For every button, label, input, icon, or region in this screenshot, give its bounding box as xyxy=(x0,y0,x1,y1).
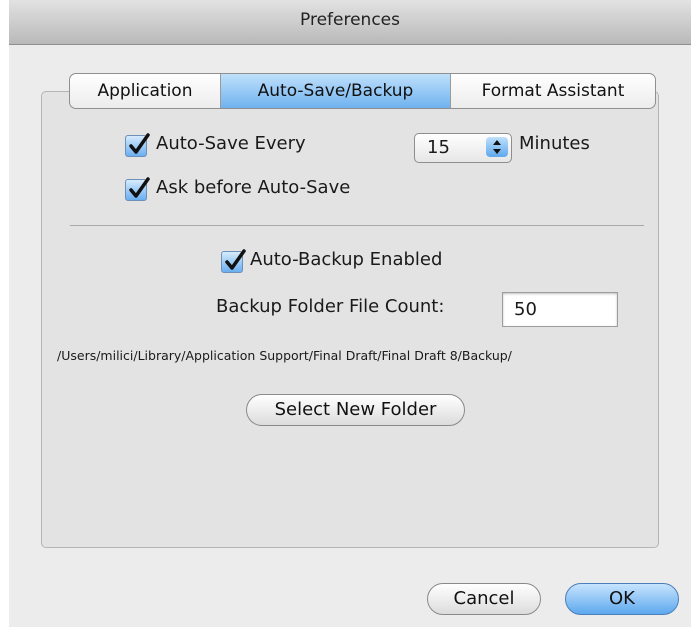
tab-format-assistant[interactable]: Format Assistant xyxy=(451,74,655,108)
auto-backup-checkbox[interactable] xyxy=(221,249,246,273)
ask-before-auto-save-checkbox[interactable] xyxy=(125,177,150,201)
checkmark-icon xyxy=(129,177,150,198)
section-divider xyxy=(70,225,644,226)
tab-auto-save-backup[interactable]: Auto-Save/Backup xyxy=(221,74,451,108)
cancel-button[interactable]: Cancel xyxy=(427,583,541,615)
preferences-window: Preferences Application Auto-Save/Backup… xyxy=(9,0,691,627)
tab-application[interactable]: Application xyxy=(70,74,221,108)
select-new-folder-label: Select New Folder xyxy=(274,399,437,420)
checkmark-icon xyxy=(225,249,246,270)
select-new-folder-button[interactable]: Select New Folder xyxy=(246,394,465,426)
auto-backup-label: Auto-Backup Enabled xyxy=(250,249,443,270)
backup-folder-path: /Users/milici/Library/Application Suppor… xyxy=(57,348,512,363)
backup-count-value: 50 xyxy=(514,299,537,320)
tab-bar: Application Auto-Save/Backup Format Assi… xyxy=(69,73,656,109)
backup-count-label: Backup Folder File Count: xyxy=(216,296,445,317)
ok-label: OK xyxy=(609,588,635,609)
auto-save-interval-stepper[interactable]: 15 xyxy=(414,133,512,163)
auto-save-checkbox[interactable] xyxy=(125,133,150,157)
auto-save-interval-value: 15 xyxy=(427,137,450,158)
window-title: Preferences xyxy=(300,10,400,30)
interval-unit-label: Minutes xyxy=(519,133,590,154)
auto-save-label: Auto-Save Every xyxy=(156,133,306,154)
checkmark-icon xyxy=(129,133,150,154)
title-bar[interactable]: Preferences xyxy=(9,0,691,45)
up-down-arrows-icon[interactable] xyxy=(486,137,508,157)
ok-button[interactable]: OK xyxy=(565,583,679,615)
ask-before-auto-save-label: Ask before Auto-Save xyxy=(156,177,351,198)
cancel-label: Cancel xyxy=(453,588,515,609)
backup-count-field[interactable]: 50 xyxy=(502,292,618,327)
